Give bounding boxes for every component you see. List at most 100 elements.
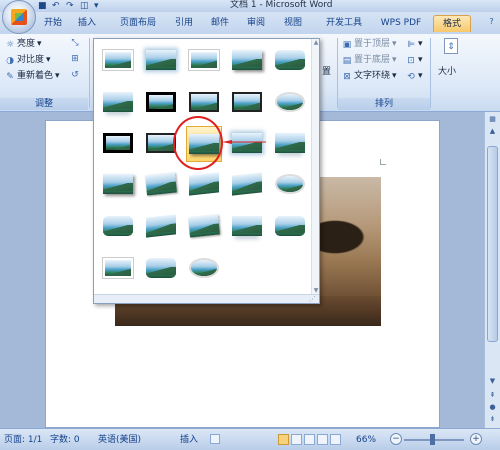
picture-style-bevel-rectangle[interactable] [100,211,136,241]
picture-style-rotated-white[interactable] [143,169,179,199]
group-objects-button[interactable]: ⊡ ▾ [406,54,422,67]
picture-style-reflected-rounded[interactable] [100,87,136,117]
size-button[interactable]: ⇕ [440,38,462,54]
picture-style-rounded-diagonal[interactable] [143,253,179,283]
redo-icon[interactable]: ↷ [66,1,76,11]
size-label-button[interactable]: 大小 [438,66,456,79]
picture-style-metal-oval[interactable] [186,253,222,283]
picture-style-simple-frame-black[interactable] [186,87,222,117]
gallery-scroll-up-icon[interactable]: ▲ [312,39,320,47]
tab-references[interactable]: 引用 [173,15,195,32]
picture-style-perspective-right[interactable] [186,211,222,241]
picture-style-bevel-frame-black[interactable] [100,128,136,158]
picture-style-metal-frame[interactable] [229,87,265,117]
tab-insert[interactable]: 插入 [76,15,98,32]
zoom-level[interactable]: 66% [356,434,376,446]
language-indicator[interactable]: 英语(美国) [98,434,141,446]
landscape-preview-icon [275,92,305,112]
change-picture-button[interactable]: ⊞ [70,54,80,64]
brightness-button[interactable]: ☼ 亮度 ▾ [5,38,42,51]
vertical-scrollbar[interactable]: ▦ ▲ ▼ ⇞ ● ⇟ [484,112,500,428]
undo-icon[interactable]: ↶ [52,1,62,11]
landscape-preview-icon [146,92,176,112]
landscape-preview-icon [232,216,262,236]
picture-style-soft-edge-oval-2[interactable] [272,169,308,199]
compress-pictures-button[interactable]: ⤡ [70,38,80,48]
group-separator [89,38,90,108]
text-wrapping-button[interactable]: ⊠ 文字环绕 ▾ [342,70,396,83]
outline-view-icon[interactable] [317,434,328,445]
tab-mailings[interactable]: 邮件 [209,15,231,32]
help-icon[interactable]: ? [487,17,496,26]
scroll-thumb[interactable] [487,146,498,342]
picture-style-snip-diagonal-white[interactable] [100,253,136,283]
tab-format[interactable]: 格式 [433,15,471,32]
send-to-back-button[interactable]: ▤ 置于底层 ▾ [342,54,397,67]
gallery-scrollbar[interactable]: ▲ ▼ [311,39,319,296]
web-layout-icon[interactable] [304,434,315,445]
full-screen-reading-icon[interactable] [291,434,302,445]
tab-view[interactable]: 视图 [282,15,304,32]
scroll-down-icon[interactable]: ▼ [487,376,498,386]
rotate-button[interactable]: ⟲ ▾ [406,70,422,83]
landscape-preview-icon [146,214,176,238]
landscape-preview-icon [103,258,133,278]
ruler-toggle-icon[interactable]: ▦ [487,114,498,124]
landscape-preview-icon [145,172,177,196]
tab-developer[interactable]: 开发工具 [322,15,366,32]
word-count[interactable]: 字数: 0 [50,434,80,446]
save-icon[interactable]: ■ [38,1,48,11]
customize-icon[interactable]: ▾ [94,1,104,11]
next-page-icon[interactable]: ⇟ [487,414,498,424]
rotate-icon: ⟲ [407,71,415,82]
picture-style-metal-rounded[interactable] [272,211,308,241]
group-icon: ⊡ [407,55,415,66]
picture-style-simple-frame-plain[interactable] [186,45,222,75]
office-button[interactable] [2,0,36,34]
print-preview-icon[interactable]: ◫ [80,1,90,11]
reset-picture-button[interactable]: ↺ [70,70,80,80]
tab-page-layout[interactable]: 页面布局 [116,15,160,32]
picture-style-drop-shadow-white[interactable] [100,169,136,199]
print-layout-view-icon[interactable] [278,434,289,445]
previous-page-icon[interactable]: ⇞ [487,390,498,400]
highlight-arrow [222,140,266,144]
zoom-in-icon[interactable]: + [470,433,482,445]
picture-style-thick-matte-black[interactable] [143,87,179,117]
picture-style-relaxed-perspective[interactable] [229,169,265,199]
zoom-out-icon[interactable]: − [390,433,402,445]
window-help-icons: ? [487,17,496,26]
picture-style-perspective-left[interactable] [143,211,179,241]
picture-style-oval-glow[interactable] [272,87,308,117]
picture-style-drop-shadow-rectangle[interactable] [229,45,265,75]
tab-review[interactable]: 审阅 [245,15,267,32]
zoom-slider-thumb[interactable] [430,434,435,445]
tab-wps-pdf[interactable]: WPS PDF [378,15,424,32]
bring-front-label: 置于顶层 [354,39,391,49]
gallery-resize-grip[interactable]: ⋰ [94,294,319,303]
picture-style-perspective-shadow[interactable] [186,169,222,199]
macro-record-icon[interactable] [210,434,220,444]
resize-grip-icon: ⋰ [309,295,316,303]
position-button[interactable]: 置 [322,66,331,79]
landscape-preview-icon [103,92,133,112]
landscape-preview-icon [275,133,305,153]
status-bar: 页面: 1/1 字数: 0 英语(美国) 插入 66% − + [0,428,500,450]
picture-style-reflected-bevel[interactable] [272,128,308,158]
landscape-preview-icon [146,133,176,153]
crop-size-icon: ⇕ [444,38,458,54]
scroll-up-icon[interactable]: ▲ [487,126,498,136]
contrast-button[interactable]: ◑ 对比度 ▾ [5,54,50,67]
picture-style-rounded-rectangle[interactable] [272,45,308,75]
align-button[interactable]: ⊫ ▾ [406,38,422,51]
select-browse-object-icon[interactable]: ● [487,402,498,412]
draft-view-icon[interactable] [330,434,341,445]
bring-to-front-button[interactable]: ▣ 置于顶层 ▾ [342,38,397,51]
picture-style-soft-edge-rectangle[interactable] [143,45,179,75]
picture-style-reflected-perspective[interactable] [229,211,265,241]
page-count[interactable]: 页面: 1/1 [4,434,42,446]
picture-style-simple-frame-white[interactable] [100,45,136,75]
recolor-button[interactable]: ✎ 重新着色 ▾ [5,70,59,83]
tab-home[interactable]: 开始 [42,15,64,32]
insert-mode[interactable]: 插入 [180,434,198,446]
